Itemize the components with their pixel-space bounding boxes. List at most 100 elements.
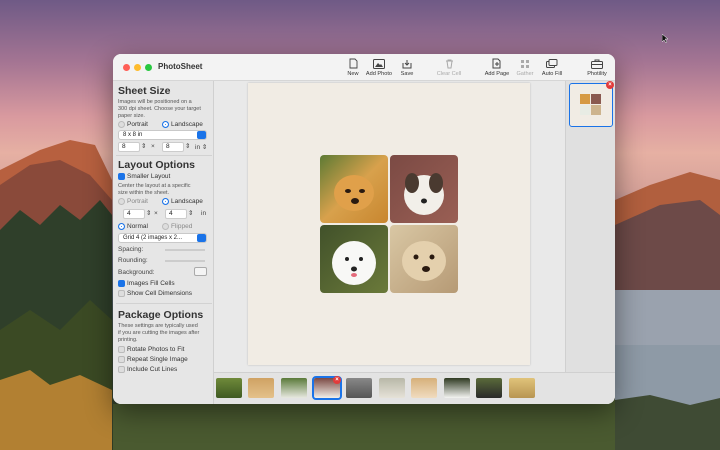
- layout-height-field[interactable]: 4: [165, 209, 187, 219]
- package-description: These settings are typically used if you…: [118, 323, 199, 344]
- sheet-size-title: Sheet Size: [118, 85, 171, 97]
- unit-label: in: [201, 210, 207, 217]
- sheet-size-desc-line: 300 dpi sheet. Choose your target: [118, 106, 201, 112]
- layout-portrait-radio[interactable]: Portrait: [118, 198, 148, 205]
- sheet-height-field[interactable]: 8: [162, 142, 184, 152]
- photo-thumbnail[interactable]: [216, 378, 242, 398]
- photo-cell[interactable]: [320, 155, 388, 223]
- background-label: Background:: [118, 269, 155, 276]
- clear-cell-button[interactable]: Clear Cell: [431, 58, 467, 77]
- repeat-single-image-checkbox[interactable]: Repeat Single Image: [118, 356, 188, 363]
- options-sidebar: Sheet Size Images will be positioned on …: [113, 81, 214, 404]
- page-thumbnail[interactable]: [569, 83, 613, 127]
- layout-options-title: Layout Options: [118, 159, 195, 171]
- grid-value: Grid 4 (2 images x 2...: [123, 235, 183, 241]
- photo-strip: ×: [214, 372, 615, 404]
- photo-sheet: [248, 83, 530, 365]
- remove-photo-icon[interactable]: ×: [333, 376, 341, 384]
- dog-photo: [404, 173, 444, 215]
- background-color-well[interactable]: [194, 267, 207, 276]
- save-label: Save: [400, 71, 414, 77]
- minimize-window-button[interactable]: [134, 64, 141, 71]
- photo-cell[interactable]: [320, 225, 388, 293]
- canvas-area: [214, 81, 565, 372]
- save-icon: [402, 59, 412, 68]
- times-label: ×: [151, 143, 155, 150]
- auto-fill-button[interactable]: Auto Fill: [534, 58, 570, 77]
- layout-landscape-radio[interactable]: Landscape: [162, 198, 203, 205]
- stepper-icon[interactable]: ⇕: [188, 209, 193, 217]
- photo-icon: [373, 58, 385, 69]
- mini-photo: [591, 105, 601, 115]
- show-cell-dimensions-checkbox[interactable]: Show Cell Dimensions: [118, 290, 192, 297]
- photo-thumbnail[interactable]: [346, 378, 372, 398]
- package-desc-line: if you are cutting the images after: [118, 330, 200, 336]
- package-desc-line: printing.: [118, 337, 138, 343]
- new-document-icon: [349, 58, 357, 69]
- checkbox-icon: [118, 356, 125, 363]
- trash-icon: [445, 59, 453, 68]
- photo-thumbnail[interactable]: [281, 378, 307, 398]
- stepper-icon[interactable]: ⇕: [146, 209, 151, 217]
- zoom-window-button[interactable]: [145, 64, 152, 71]
- grid-select[interactable]: Grid 4 (2 images x 2...: [118, 233, 207, 243]
- normal-label: Normal: [127, 223, 148, 230]
- mini-photo: [580, 94, 590, 104]
- rotate-photos-checkbox[interactable]: Rotate Photos to Fit: [118, 346, 184, 353]
- layout-desc-line: size within the sheet.: [118, 190, 170, 196]
- photility-button[interactable]: Photility: [579, 58, 615, 77]
- checkbox-icon: [118, 290, 125, 297]
- photo-thumbnail[interactable]: [248, 378, 274, 398]
- flipped-radio[interactable]: Flipped: [162, 223, 192, 230]
- app-title: PhotoSheet: [158, 62, 203, 71]
- photo-thumbnail[interactable]: [411, 378, 437, 398]
- stepper-icon[interactable]: ⇕: [185, 142, 190, 150]
- photo-cell[interactable]: [390, 155, 458, 223]
- photo-thumbnail[interactable]: [444, 378, 470, 398]
- sheet-portrait-radio[interactable]: Portrait: [118, 121, 148, 128]
- layout-desc-line: Center the layout at a specific: [118, 183, 191, 189]
- flipped-label: Flipped: [171, 223, 193, 230]
- smaller-layout-checkbox[interactable]: Smaller Layout: [118, 173, 170, 180]
- pages-panel: ×: [565, 81, 615, 372]
- remove-page-icon[interactable]: ×: [606, 81, 614, 89]
- rotate-label: Rotate Photos to Fit: [127, 346, 185, 353]
- mini-photo: [591, 94, 601, 104]
- close-window-button[interactable]: [123, 64, 130, 71]
- layout-width-field[interactable]: 4: [123, 209, 145, 219]
- checkbox-checked-icon: [118, 280, 125, 287]
- photo-thumbnail[interactable]: [476, 378, 502, 398]
- portrait-label: Portrait: [127, 198, 148, 205]
- auto-fill-icon: [546, 58, 558, 68]
- sheet-width-field[interactable]: 8: [118, 142, 140, 152]
- sheet-size-desc-line: Images will be positioned on a: [118, 99, 192, 105]
- titlebar: PhotoSheet New Add Photo Save Clear Cell…: [113, 54, 615, 81]
- photo-cell[interactable]: [390, 225, 458, 293]
- save-button[interactable]: Save: [389, 58, 425, 77]
- radio-selected-icon: [162, 121, 169, 128]
- toolbox-icon: [591, 59, 603, 69]
- portrait-label: Portrait: [127, 121, 148, 128]
- unit-select[interactable]: in ⇕: [195, 143, 207, 151]
- radio-selected-icon: [162, 198, 169, 205]
- normal-radio[interactable]: Normal: [118, 223, 148, 230]
- photo-thumbnail[interactable]: [379, 378, 405, 398]
- stepper-icon[interactable]: ⇕: [141, 142, 146, 150]
- spacing-slider[interactable]: [165, 249, 205, 251]
- chevron-updown-icon: [197, 234, 206, 242]
- sheet-size-select[interactable]: 8 x 8 in: [118, 130, 207, 140]
- divider: [116, 303, 212, 304]
- spacing-label: Spacing:: [118, 246, 144, 253]
- sheet-landscape-radio[interactable]: Landscape: [162, 121, 203, 128]
- photo-thumbnail[interactable]: [509, 378, 535, 398]
- photosheet-window: PhotoSheet New Add Photo Save Clear Cell…: [113, 54, 615, 404]
- include-cut-lines-checkbox[interactable]: Include Cut Lines: [118, 366, 177, 373]
- rounding-slider[interactable]: [165, 260, 205, 262]
- sheet-size-desc-line: paper size.: [118, 113, 145, 119]
- package-options-title: Package Options: [118, 309, 204, 321]
- images-fill-cells-checkbox[interactable]: Images Fill Cells: [118, 280, 175, 287]
- checkbox-checked-icon: [118, 173, 125, 180]
- rounding-label: Rounding:: [118, 257, 148, 264]
- cut-lines-label: Include Cut Lines: [127, 366, 178, 373]
- divider: [116, 155, 212, 156]
